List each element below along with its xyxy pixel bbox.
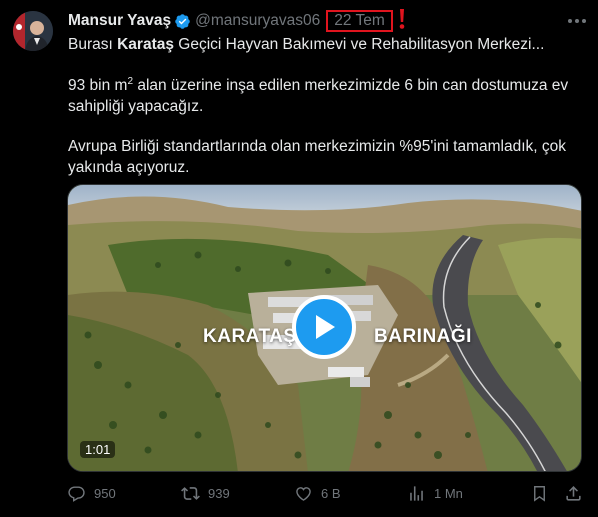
tweet-header: Mansur Yavaş @mansuryavas06 22 Tem [68,10,393,32]
tweet-date[interactable]: 22 Tem [326,10,393,32]
reply-icon [68,486,85,502]
heart-icon [296,487,311,501]
avatar-image [13,11,53,51]
reply-button[interactable]: 950 [67,484,116,503]
exclamation-mark-icon [399,9,405,29]
tweet-actions: 950 939 6 B 1 Mn [67,484,587,508]
repost-button[interactable]: 939 [181,484,230,503]
play-button[interactable] [292,295,356,359]
repost-count: 939 [208,486,230,501]
play-icon [316,315,335,339]
more-options-icon[interactable] [566,11,588,31]
tweet-paragraph-3: Avrupa Birliği standartlarında olan merk… [68,138,567,176]
tweet-paragraph-2: 93 bin m2 alan üzerine inşa edilen merke… [68,75,569,115]
reply-count: 950 [94,486,116,501]
views-count: 1 Mn [434,486,463,501]
views-chart-icon [410,486,423,501]
tweet-paragraph-1: Burası Karataş Geçici Hayvan Bakımevi ve… [68,36,545,53]
like-button[interactable]: 6 B [294,484,341,503]
bookmark-icon [534,486,545,502]
video-duration: 1:01 [80,441,116,458]
repost-icon [181,487,200,500]
video-player[interactable]: KARATAŞ BARINAĞI 1:01 [67,184,582,472]
like-count: 6 B [321,486,341,501]
views-button[interactable]: 1 Mn [407,484,463,503]
video-overlay-title-left: KARATAŞ [203,326,297,347]
verified-badge-icon [175,13,190,29]
author-handle[interactable]: @mansuryavas06 [195,12,320,30]
avatar[interactable] [13,11,53,51]
share-icon [566,486,581,501]
bookmark-button[interactable] [530,484,557,503]
hashtag-keyword: Karataş [117,36,174,53]
author-name[interactable]: Mansur Yavaş [68,12,171,30]
video-overlay-title-right: BARINAĞI [374,326,472,347]
tweet[interactable]: Mansur Yavaş @mansuryavas06 22 Tem Buras… [0,0,598,517]
share-button[interactable] [564,484,591,503]
